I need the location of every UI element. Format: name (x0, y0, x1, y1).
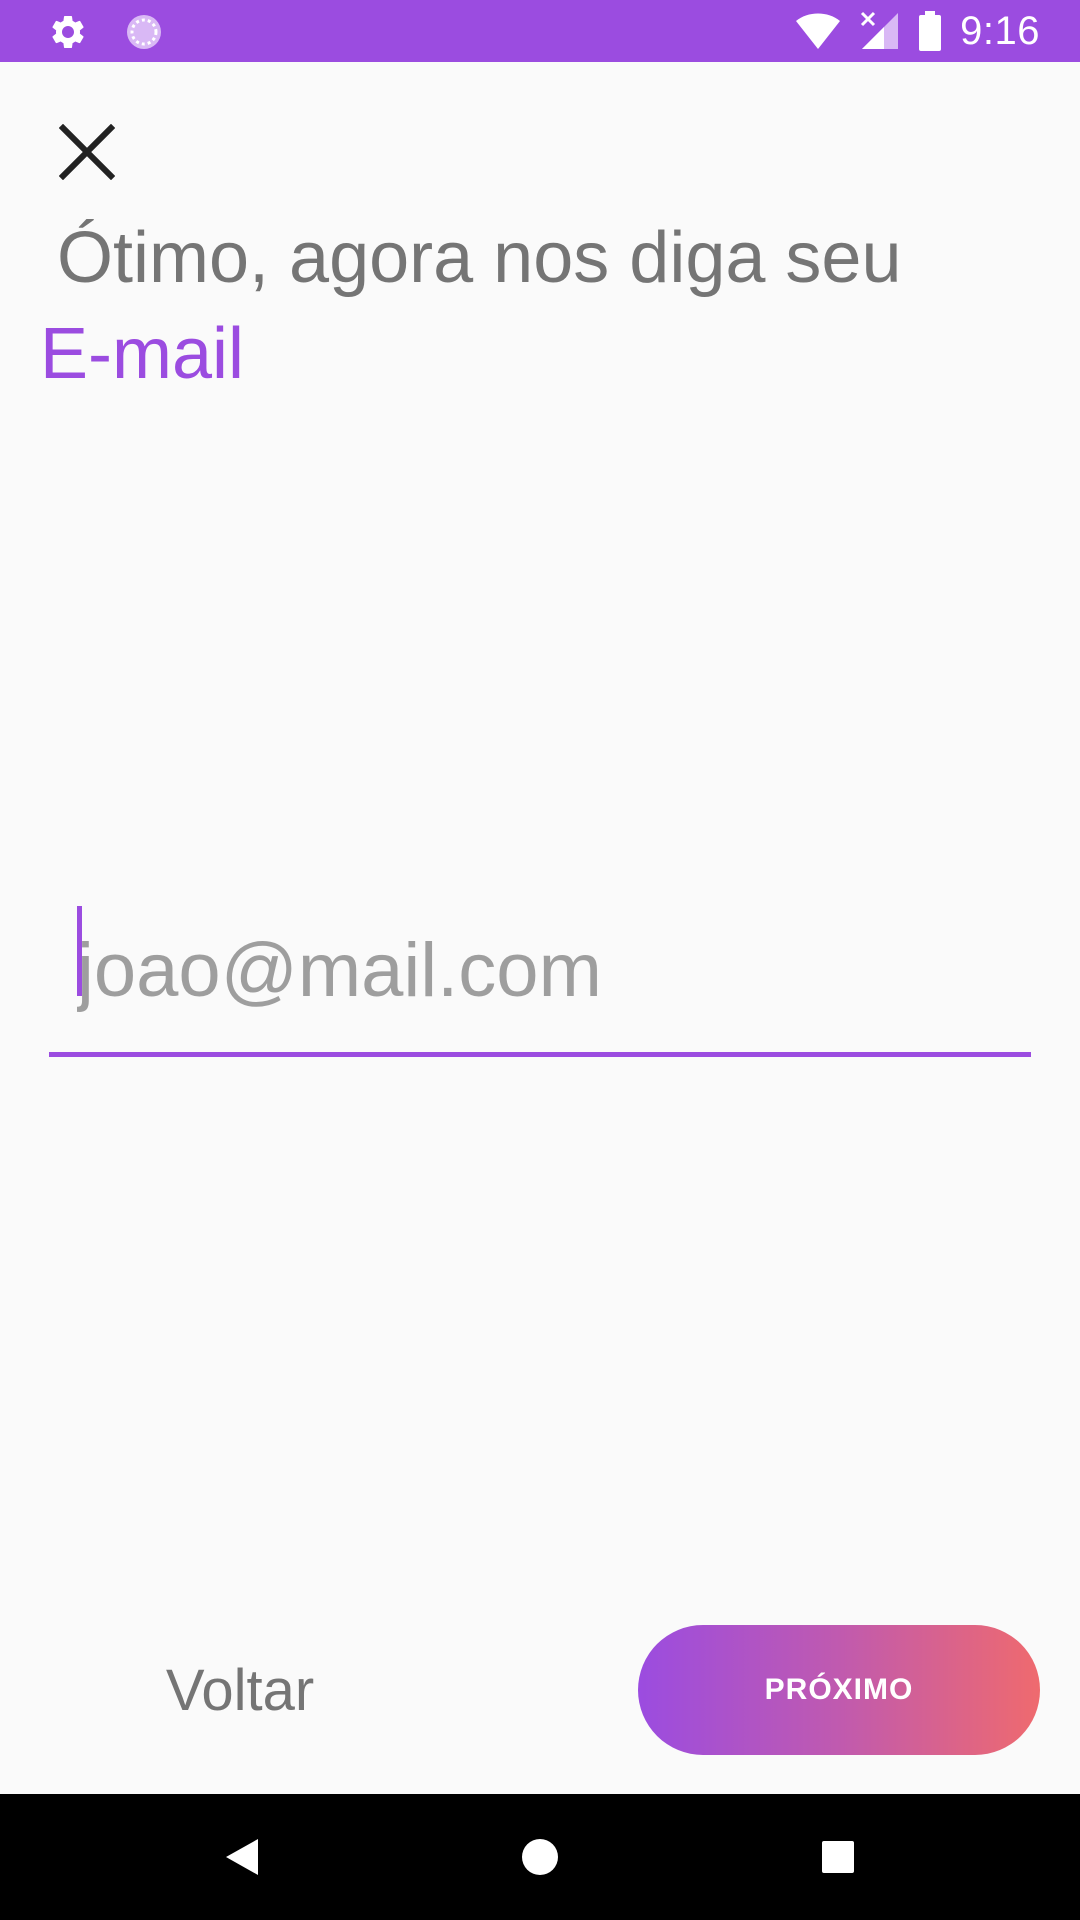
email-field-underline (49, 1052, 1031, 1057)
email-field-container (49, 890, 1031, 1058)
wifi-icon (794, 11, 842, 51)
nav-recents-button[interactable] (798, 1817, 878, 1897)
page-title-highlight: E-mail (40, 314, 245, 394)
nav-home-button[interactable] (500, 1817, 580, 1897)
status-time: 9:16 (960, 8, 1040, 53)
cellular-no-signal-icon (860, 11, 900, 51)
status-bar: 9:16 (0, 0, 1080, 62)
back-button[interactable]: Voltar (110, 1640, 370, 1740)
status-bar-left (48, 12, 164, 52)
recents-square-icon (820, 1839, 856, 1875)
text-caret (77, 906, 82, 996)
sync-icon (124, 12, 164, 52)
close-button[interactable] (55, 120, 119, 184)
gear-icon (48, 12, 88, 52)
nav-back-button[interactable] (202, 1817, 282, 1897)
page-title: Ótimo, agora nos diga seu (57, 218, 902, 298)
email-field[interactable] (49, 890, 1031, 1050)
home-circle-icon (520, 1837, 560, 1877)
back-triangle-icon (224, 1837, 260, 1877)
navigation-bar (0, 1794, 1080, 1920)
next-button[interactable]: PRÓXIMO (638, 1625, 1040, 1755)
close-icon (59, 124, 115, 180)
battery-icon (918, 11, 942, 51)
status-bar-right: 9:16 (794, 0, 1040, 62)
